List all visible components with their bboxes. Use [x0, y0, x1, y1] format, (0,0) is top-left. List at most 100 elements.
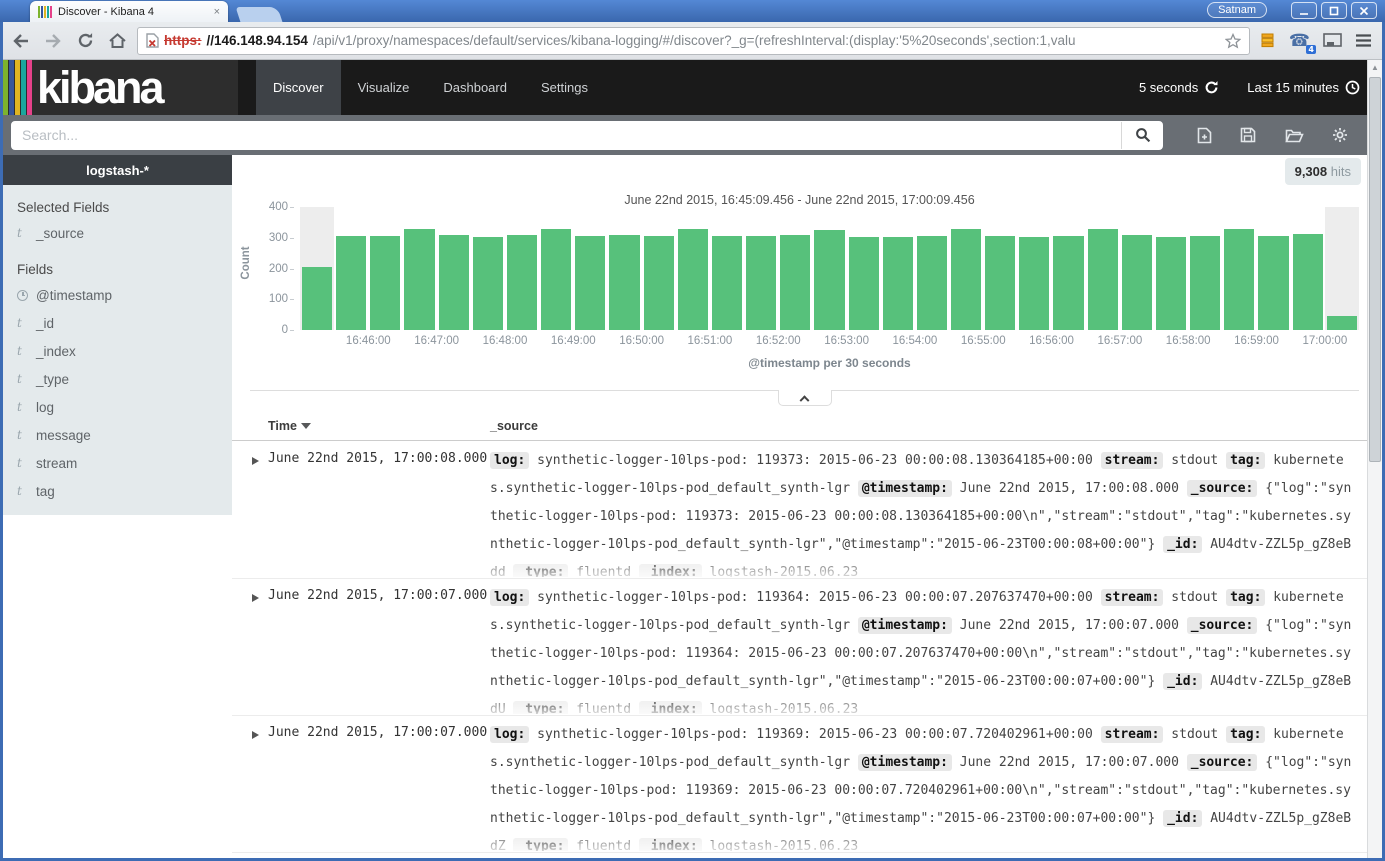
search-input[interactable]	[11, 121, 1163, 150]
histogram-bar[interactable]	[712, 236, 742, 330]
histogram-slot[interactable]	[676, 207, 710, 330]
histogram-slot[interactable]	[1291, 207, 1325, 330]
histogram-bar[interactable]	[473, 237, 503, 330]
histogram-bar[interactable]	[1019, 237, 1049, 330]
histogram-bar[interactable]	[849, 237, 879, 330]
nav-item-discover[interactable]: Discover	[256, 60, 341, 115]
histogram-slot[interactable]	[1017, 207, 1051, 330]
url-bar[interactable]: https: //146.148.94.154 /api/v1/proxy/na…	[137, 27, 1250, 55]
histogram-bar[interactable]	[370, 236, 400, 330]
histogram-bar[interactable]	[507, 235, 537, 330]
histogram-bar[interactable]	[1293, 234, 1323, 330]
histogram-slot[interactable]	[539, 207, 573, 330]
histogram-bar[interactable]	[678, 229, 708, 330]
histogram-bar[interactable]	[1156, 237, 1186, 330]
histogram-slot[interactable]	[915, 207, 949, 330]
histogram-slot[interactable]	[437, 207, 471, 330]
field-item-tag[interactable]: ttag	[3, 477, 232, 505]
histogram-slot[interactable]	[334, 207, 368, 330]
search-submit-button[interactable]	[1121, 122, 1163, 149]
browser-menu-icon[interactable]	[1355, 34, 1372, 47]
histogram-bar[interactable]	[1088, 229, 1118, 330]
histogram-bar[interactable]	[1122, 235, 1152, 330]
histogram-slot[interactable]	[1188, 207, 1222, 330]
histogram-slot[interactable]	[983, 207, 1017, 330]
histogram-bar[interactable]	[1224, 229, 1254, 330]
histogram-bar[interactable]	[883, 237, 913, 330]
histogram-slot[interactable]	[1222, 207, 1256, 330]
bookmark-star-icon[interactable]	[1225, 33, 1241, 49]
histogram-bar[interactable]	[746, 236, 776, 330]
histogram-slot[interactable]	[471, 207, 505, 330]
extension-phone-icon[interactable]: ☎4	[1289, 31, 1310, 51]
table-row[interactable]: June 22nd 2015, 17:00:08.000log: synthet…	[232, 442, 1367, 579]
time-range-control[interactable]: Last 15 minutes	[1247, 80, 1360, 95]
time-column-header[interactable]: Time	[268, 419, 311, 433]
extension-stack-icon[interactable]	[1260, 33, 1276, 48]
field-item-_type[interactable]: t_type	[3, 365, 232, 393]
histogram-bar[interactable]	[644, 236, 674, 330]
histogram-slot[interactable]	[1120, 207, 1154, 330]
histogram-slot[interactable]	[300, 207, 334, 330]
minimize-button[interactable]	[1291, 2, 1317, 19]
page-security-icon[interactable]	[146, 33, 159, 48]
histogram-bar[interactable]	[985, 236, 1015, 330]
field-item-_source[interactable]: t_source	[3, 219, 232, 247]
field-item-timestamp[interactable]: @timestamp	[3, 281, 232, 309]
refresh-interval-control[interactable]: 5 seconds	[1139, 80, 1219, 95]
scrollbar-up-arrow[interactable]: ▲	[1368, 60, 1382, 75]
histogram-bar[interactable]	[302, 267, 332, 330]
back-button[interactable]	[7, 27, 35, 55]
new-search-button[interactable]	[1197, 127, 1212, 144]
maximize-button[interactable]	[1321, 2, 1347, 19]
histogram-bar[interactable]	[917, 236, 947, 330]
histogram-bar[interactable]	[609, 235, 639, 330]
field-item-_index[interactable]: t_index	[3, 337, 232, 365]
expand-row-icon[interactable]	[252, 457, 259, 465]
scrollbar-thumb[interactable]	[1369, 77, 1381, 462]
expand-row-icon[interactable]	[252, 731, 259, 739]
histogram-bar[interactable]	[1327, 316, 1357, 330]
page-scrollbar[interactable]: ▲	[1367, 60, 1382, 858]
new-tab-button[interactable]	[236, 7, 283, 22]
histogram-plot[interactable]	[300, 207, 1359, 330]
index-pattern-selector[interactable]: logstash-*	[3, 155, 232, 185]
histogram-bar[interactable]	[575, 236, 605, 330]
histogram-slot[interactable]	[881, 207, 915, 330]
browser-tab[interactable]: Discover - Kibana 4 ×	[30, 1, 228, 22]
histogram-bar[interactable]	[439, 235, 469, 330]
expand-row-icon[interactable]	[252, 594, 259, 602]
histogram-bar[interactable]	[780, 235, 810, 330]
histogram-bar[interactable]	[336, 236, 366, 330]
histogram-slot[interactable]	[607, 207, 641, 330]
close-button[interactable]	[1351, 2, 1377, 19]
histogram-bar[interactable]	[1190, 236, 1220, 330]
extension-cast-icon[interactable]	[1323, 33, 1342, 48]
histogram-slot[interactable]	[847, 207, 881, 330]
histogram-bar[interactable]	[814, 230, 844, 330]
nav-item-dashboard[interactable]: Dashboard	[426, 60, 524, 115]
histogram-slot[interactable]	[812, 207, 846, 330]
tab-close-icon[interactable]: ×	[214, 6, 220, 18]
collapse-chart-button[interactable]	[778, 390, 832, 406]
histogram-slot[interactable]	[949, 207, 983, 330]
nav-item-visualize[interactable]: Visualize	[341, 60, 427, 115]
histogram-slot[interactable]	[710, 207, 744, 330]
histogram-bar[interactable]	[541, 229, 571, 330]
histogram-slot[interactable]	[778, 207, 812, 330]
histogram-slot[interactable]	[573, 207, 607, 330]
table-row[interactable]: June 22nd 2015, 17:00:07.000log: synthet…	[232, 716, 1367, 853]
forward-button[interactable]	[39, 27, 67, 55]
field-item-stream[interactable]: tstream	[3, 449, 232, 477]
kibana-logo[interactable]: kibana	[3, 60, 238, 115]
histogram-slot[interactable]	[1154, 207, 1188, 330]
histogram-bar[interactable]	[404, 229, 434, 330]
reload-button[interactable]	[71, 27, 99, 55]
histogram-slot[interactable]	[1086, 207, 1120, 330]
home-button[interactable]	[103, 27, 131, 55]
field-item-message[interactable]: tmessage	[3, 421, 232, 449]
field-item-_id[interactable]: t_id	[3, 309, 232, 337]
save-search-button[interactable]	[1240, 127, 1256, 143]
histogram-slot[interactable]	[402, 207, 436, 330]
histogram-slot[interactable]	[1051, 207, 1085, 330]
